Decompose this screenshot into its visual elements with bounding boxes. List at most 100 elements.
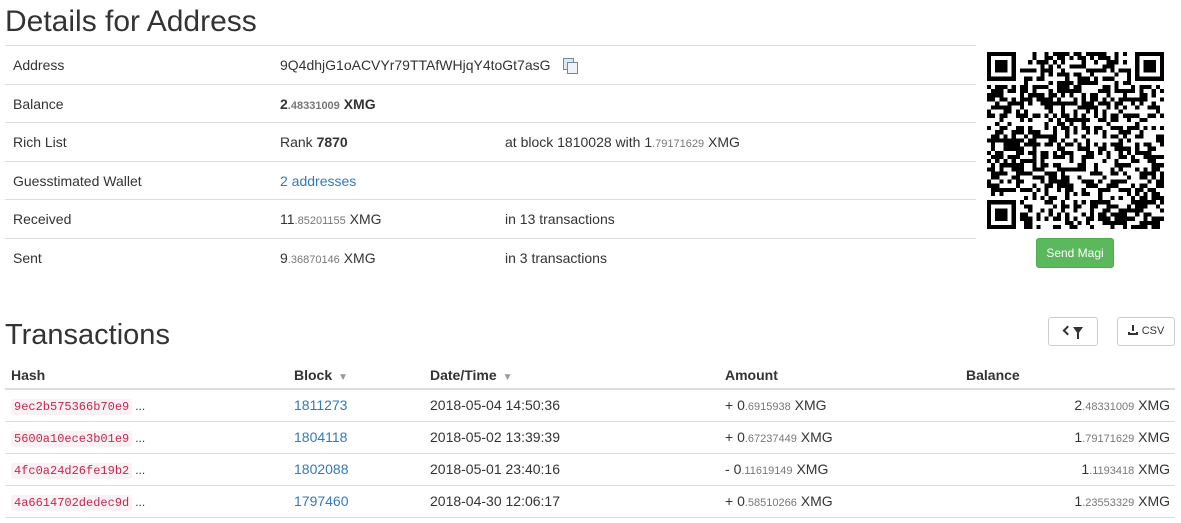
rich-list-rank: Rank 7870 bbox=[280, 123, 348, 161]
tx-amount-int: 0 bbox=[737, 429, 745, 445]
filter-icon bbox=[1072, 327, 1083, 339]
received-frac: .85201155 bbox=[294, 215, 346, 227]
csv-label: CSV bbox=[1141, 325, 1165, 337]
rich-list-label: Rich List bbox=[13, 134, 67, 150]
tx-amount-frac: .6915938 bbox=[744, 401, 791, 413]
rich-list-block-text: at block 1810028 with bbox=[505, 134, 641, 150]
table-body: 9ec2b575366b70e9... 1811273 2018-05-04 14:… bbox=[5, 390, 1175, 518]
tx-balance-frac: .79171629 bbox=[1082, 433, 1135, 445]
tx-amount: - 0.11619149 XMG bbox=[725, 454, 828, 487]
received-tx-count: in 13 transactions bbox=[505, 211, 615, 227]
tx-balance: 1.79171629 XMG bbox=[1074, 422, 1170, 455]
tx-amount-unit: XMG bbox=[796, 461, 829, 477]
tx-balance-unit: XMG bbox=[1138, 461, 1170, 477]
filter-toggle-button[interactable] bbox=[1048, 317, 1098, 346]
received-int: 11 bbox=[280, 211, 295, 227]
chevron-left-icon bbox=[1062, 325, 1072, 336]
tx-hash-ellipsis[interactable]: ... bbox=[135, 495, 145, 509]
rank-prefix: Rank bbox=[280, 134, 313, 150]
tx-hash-cell: 9ec2b575366b70e9... bbox=[11, 390, 145, 423]
balance-label: Balance bbox=[13, 95, 64, 112]
balance-frac: .48331009 bbox=[287, 99, 340, 112]
copy-icon[interactable] bbox=[562, 58, 578, 74]
tx-amount-sign: + bbox=[725, 493, 738, 509]
table-header: Hash Block ▼ Date/Time ▼ Amount Balance bbox=[5, 360, 1175, 390]
sort-desc-icon[interactable]: ▼ bbox=[338, 372, 348, 383]
table-row: 4a6614702dedec9d... 1797460 2018-04-30 12:… bbox=[5, 486, 1175, 518]
transactions-table: Hash Block ▼ Date/Time ▼ Amount Balance 9e… bbox=[5, 360, 1175, 518]
tx-balance-unit: XMG bbox=[1138, 397, 1170, 413]
tx-block-link[interactable]: 1804118 bbox=[294, 422, 347, 453]
tx-amount-sign: + bbox=[725, 429, 738, 445]
header-block-label: Block bbox=[294, 367, 333, 383]
tx-hash[interactable]: 9ec2b575366b70e9 bbox=[11, 399, 133, 415]
table-row: 9ec2b575366b70e9... 1811273 2018-05-04 14:… bbox=[5, 390, 1175, 422]
received-unit: XMG bbox=[349, 211, 382, 227]
tx-balance: 1.1193418 XMG bbox=[1081, 454, 1170, 487]
tx-hash-ellipsis[interactable]: ... bbox=[135, 463, 145, 477]
address-value-wrap: 9Q4dhjG1oACVYr79TTAfWHjqY4toGt7asG bbox=[280, 46, 578, 84]
page: Details for Address Address 9Q4dhjG1oACV… bbox=[0, 0, 1181, 523]
tx-amount: + 0.67237449 XMG bbox=[725, 422, 833, 455]
sent-int: 9 bbox=[280, 249, 288, 266]
tx-amount-int: 0 bbox=[737, 493, 745, 509]
details-row-address: Address 9Q4dhjG1oACVYr79TTAfWHjqY4toGt7a… bbox=[5, 46, 976, 85]
tx-amount-frac: .67237449 bbox=[744, 433, 797, 445]
received-value: 11.85201155 XMG bbox=[280, 200, 382, 240]
tx-block-link[interactable]: 1802088 bbox=[294, 454, 349, 485]
sent-label: Sent bbox=[13, 249, 42, 266]
tx-balance-unit: XMG bbox=[1138, 429, 1170, 445]
tx-datetime: 2018-04-30 12:06:17 bbox=[430, 493, 560, 509]
address-value[interactable]: 9Q4dhjG1oACVYr79TTAfWHjqY4toGt7asG bbox=[280, 57, 551, 73]
tx-hash-cell: 5600a10ece3b01e9... bbox=[11, 422, 145, 455]
tx-balance: 1.23553329 XMG bbox=[1074, 486, 1170, 519]
rich-list-int: 1 bbox=[644, 134, 653, 150]
tx-block-link[interactable]: 1811273 bbox=[294, 390, 347, 421]
tx-balance-frac: .1193418 bbox=[1089, 465, 1135, 477]
header-datetime[interactable]: Date/Time ▼ bbox=[430, 360, 513, 393]
tx-hash[interactable]: 5600a10ece3b01e9 bbox=[11, 431, 133, 447]
balance-value: 2.48331009 XMG bbox=[280, 85, 376, 125]
sent-unit: XMG bbox=[343, 249, 376, 266]
tx-hash[interactable]: 4fc0a24d26fe19b2 bbox=[11, 463, 133, 479]
balance-unit: XMG bbox=[343, 95, 376, 112]
sent-frac: .36870146 bbox=[287, 253, 340, 266]
tx-hash-cell: 4a6614702dedec9d... bbox=[11, 486, 145, 519]
tx-balance-frac: .23553329 bbox=[1082, 497, 1135, 509]
details-row-sent: Sent 9.36870146 XMG in 3 transactions bbox=[5, 239, 976, 278]
tx-amount-sign: + bbox=[725, 397, 738, 413]
tx-amount-int: 0 bbox=[737, 397, 745, 413]
tx-amount-frac: .58510266 bbox=[744, 497, 797, 509]
tx-datetime: 2018-05-01 23:40:16 bbox=[430, 461, 560, 477]
header-balance: Balance bbox=[966, 367, 1020, 383]
tx-amount-unit: XMG bbox=[800, 429, 833, 445]
details-row-received: Received 11.85201155 XMG in 13 transacti… bbox=[5, 200, 976, 239]
sent-value: 9.36870146 XMG bbox=[280, 239, 376, 279]
table-row: 5600a10ece3b01e9... 1804118 2018-05-02 13:… bbox=[5, 422, 1175, 454]
send-magi-button[interactable]: Send Magi bbox=[1036, 238, 1114, 268]
wallet-link[interactable]: 2 addresses bbox=[280, 162, 356, 200]
tx-block-link[interactable]: 1797460 bbox=[294, 486, 349, 517]
balance-int: 2 bbox=[280, 95, 288, 112]
tx-amount-sign: - bbox=[725, 461, 734, 477]
tx-amount-unit: XMG bbox=[800, 493, 833, 509]
details-table: Address 9Q4dhjG1oACVYr79TTAfWHjqY4toGt7a… bbox=[5, 45, 976, 277]
tx-hash-ellipsis[interactable]: ... bbox=[135, 399, 145, 413]
page-title: Details for Address bbox=[5, 5, 257, 38]
tx-hash[interactable]: 4a6614702dedec9d bbox=[11, 495, 133, 511]
tx-hash-ellipsis[interactable]: ... bbox=[135, 431, 145, 445]
tx-amount-frac: .11619149 bbox=[741, 465, 793, 477]
address-label: Address bbox=[13, 57, 65, 73]
received-label: Received bbox=[13, 211, 72, 227]
tx-balance: 2.48331009 XMG bbox=[1074, 390, 1170, 423]
header-block[interactable]: Block ▼ bbox=[294, 360, 348, 393]
csv-download-button[interactable]: CSV bbox=[1117, 317, 1175, 346]
details-row-balance: Balance 2.48331009 XMG bbox=[5, 85, 976, 125]
details-row-rich-list: Rich List Rank 7870 at block 1810028 wit… bbox=[5, 123, 976, 162]
tx-balance-frac: .48331009 bbox=[1082, 401, 1135, 413]
tx-amount: + 0.6915938 XMG bbox=[725, 390, 827, 423]
transactions-title: Transactions bbox=[5, 319, 170, 351]
wallet-label: Guesstimated Wallet bbox=[13, 172, 142, 189]
tx-datetime: 2018-05-02 13:39:39 bbox=[430, 429, 560, 445]
sort-desc-icon[interactable]: ▼ bbox=[503, 372, 513, 383]
